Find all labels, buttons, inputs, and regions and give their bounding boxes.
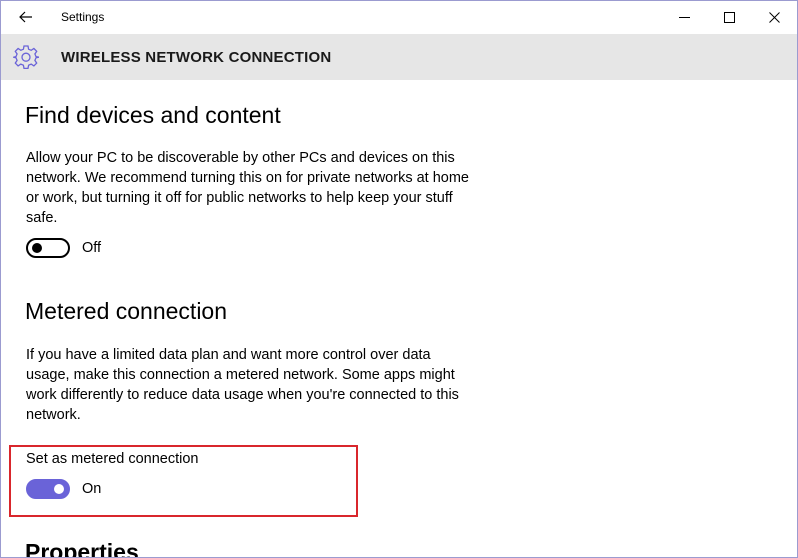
metered-connection-toggle[interactable]: [26, 479, 70, 499]
minimize-button[interactable]: [661, 1, 707, 33]
find-devices-heading: Find devices and content: [25, 102, 281, 128]
metered-setting-label: Set as metered connection: [26, 451, 199, 467]
window-title: Settings: [61, 10, 105, 24]
settings-window: Settings WIRELESS NETWORK CONNECTION Fin…: [0, 0, 798, 558]
find-devices-toggle-state: Off: [82, 240, 102, 256]
properties-heading: Properties: [25, 539, 139, 558]
metered-connection-heading: Metered connection: [25, 298, 228, 324]
back-arrow-icon: [19, 11, 32, 23]
back-button[interactable]: [15, 7, 37, 27]
toggle-knob: [54, 484, 64, 494]
close-icon: [768, 11, 780, 23]
metered-connection-description: If you have a limited data plan and want…: [26, 347, 459, 423]
title-bar: Settings: [1, 1, 797, 34]
maximize-button[interactable]: [706, 1, 752, 33]
metered-toggle-state: On: [82, 481, 102, 497]
page-title: WIRELESS NETWORK CONNECTION: [61, 49, 332, 66]
page-header: WIRELESS NETWORK CONNECTION: [1, 34, 797, 80]
minimize-icon: [678, 16, 690, 18]
find-devices-description: Allow your PC to be discoverable by othe…: [26, 150, 469, 226]
close-button[interactable]: [751, 1, 797, 33]
maximize-icon: [723, 11, 735, 23]
find-devices-toggle[interactable]: [26, 238, 70, 258]
gear-icon: [13, 45, 39, 70]
settings-content: Find devices and content Allow your PC t…: [1, 80, 797, 557]
toggle-knob: [32, 243, 42, 253]
